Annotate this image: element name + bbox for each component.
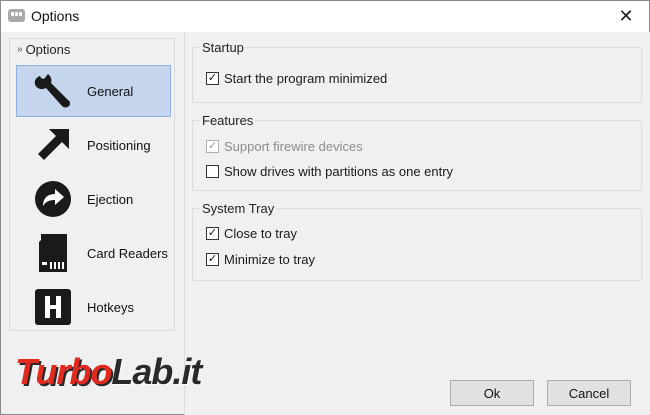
nav-item-card-readers[interactable]: Card Readers — [16, 227, 171, 279]
checkbox-unchecked-icon — [206, 165, 219, 178]
minimize-to-tray-checkbox[interactable]: ✓ Minimize to tray — [206, 252, 315, 267]
options-nav-panel: » Options General Positioning Ejection C… — [9, 38, 175, 331]
close-to-tray-checkbox[interactable]: ✓ Close to tray — [206, 226, 297, 241]
system-tray-group-title: System Tray — [200, 201, 277, 216]
wrench-icon — [31, 69, 75, 113]
arrow-up-left-icon — [31, 123, 75, 167]
nav-item-positioning[interactable]: Positioning — [16, 119, 171, 171]
close-button[interactable]: ✕ — [603, 1, 649, 32]
nav-header-label: Options — [25, 42, 71, 57]
ok-button[interactable]: Ok — [450, 380, 534, 406]
minimize-to-tray-label: Minimize to tray — [224, 252, 316, 267]
watermark-part-turbo: Turbo — [15, 351, 112, 392]
window-title: Options — [31, 8, 80, 24]
features-group: Features ✓ Support firewire devices Show… — [192, 113, 642, 191]
nav-label-hotkeys: Hotkeys — [87, 299, 134, 315]
start-minimized-label: Start the program minimized — [224, 71, 388, 86]
support-firewire-checkbox: ✓ Support firewire devices — [206, 139, 363, 154]
close-to-tray-label: Close to tray — [224, 226, 297, 241]
system-tray-group: System Tray ✓ Close to tray ✓ Minimize t… — [192, 201, 642, 281]
startup-group-title: Startup — [200, 40, 246, 55]
nav-header[interactable]: » Options — [17, 42, 70, 57]
cancel-button[interactable]: Cancel — [547, 380, 631, 406]
app-icon — [8, 9, 25, 22]
options-window: Options ✕ » Options General Positioning — [0, 0, 650, 415]
general-settings-panel: Startup ✓ Start the program minimized Fe… — [184, 32, 650, 415]
hotkey-h-icon — [31, 285, 75, 329]
nav-item-ejection[interactable]: Ejection — [16, 173, 171, 225]
checkbox-checked-icon: ✓ — [206, 140, 219, 153]
start-minimized-checkbox[interactable]: ✓ Start the program minimized — [206, 71, 387, 86]
title-bar: Options ✕ — [1, 1, 649, 32]
nav-item-general[interactable]: General — [16, 65, 171, 117]
nav-item-hotkeys[interactable]: Hotkeys — [16, 281, 171, 333]
support-firewire-label: Support firewire devices — [224, 139, 363, 154]
watermark-part-lab: Lab.it — [111, 351, 202, 392]
nav-label-card-readers: Card Readers — [87, 245, 168, 261]
collapse-chevron-icon: » — [17, 44, 23, 55]
checkbox-checked-icon: ✓ — [206, 253, 219, 266]
startup-group: Startup ✓ Start the program minimized — [192, 40, 642, 103]
partitions-one-entry-label: Show drives with partitions as one entry — [224, 164, 454, 179]
checkbox-checked-icon: ✓ — [206, 227, 219, 240]
nav-label-general: General — [87, 83, 134, 99]
features-group-title: Features — [200, 113, 256, 128]
nav-label-ejection: Ejection — [87, 191, 134, 207]
partitions-one-entry-checkbox[interactable]: Show drives with partitions as one entry — [206, 164, 453, 179]
eject-arrow-icon — [31, 177, 75, 221]
checkbox-checked-icon: ✓ — [206, 72, 219, 85]
turbolab-watermark: TurboLab.it — [15, 351, 202, 393]
nav-label-positioning: Positioning — [87, 137, 151, 153]
sd-card-icon — [31, 231, 75, 275]
